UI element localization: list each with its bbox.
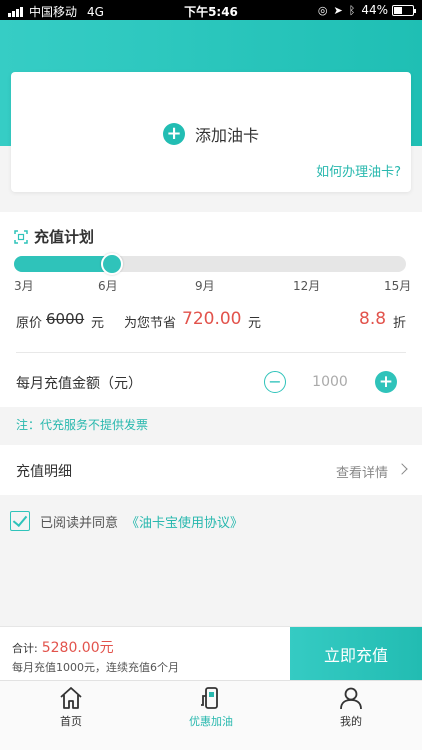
agreement-link[interactable]: 《油卡宝使用协议》 (126, 512, 243, 531)
recharge-detail-row[interactable]: 充值明细 查看详情 (0, 445, 422, 495)
status-bar: 中国移动 4G 下午5:46 ◎ ➤ ᛒ 44% (0, 0, 422, 20)
increase-amount-button[interactable]: + (375, 371, 397, 393)
agreement-text: 已阅读并同意 (40, 515, 119, 531)
battery-icon (392, 4, 416, 16)
slider-fill (14, 256, 112, 272)
tab-mine-label: 我的 (340, 715, 362, 728)
plus-circle-icon: + (162, 123, 185, 145)
view-details-link[interactable]: 查看详情 (336, 462, 388, 481)
add-oil-card-label: 添加油卡 (194, 126, 259, 145)
original-price-value: 6000 (46, 310, 85, 328)
price-summary: 原价 6000 元 为您节省 720.00 元 8.8 折 (16, 309, 408, 332)
slider-handle[interactable] (101, 253, 123, 275)
tab-bar: 首页 优惠加油 我的 (0, 680, 422, 750)
agreement-row: 已阅读并同意 《油卡宝使用协议》 (10, 508, 243, 534)
lock-rotation-icon: ◎ (317, 3, 328, 17)
recharge-now-button[interactable]: 立即充值 (290, 627, 422, 680)
tab-home-label: 首页 (60, 715, 82, 728)
tick-label: 15月 (384, 279, 412, 293)
scan-frame-icon (14, 229, 28, 244)
how-to-apply-link[interactable]: 如何办理油卡? (316, 161, 401, 180)
total-description: 每月充值1000元，连续充值6个月 (12, 661, 179, 674)
total-value: 5280.00元 (41, 640, 114, 656)
duration-slider[interactable] (14, 253, 406, 275)
discount-unit: 折 (393, 316, 407, 331)
tick-label: 9月 (195, 279, 215, 293)
original-price-unit: 元 (91, 316, 105, 331)
tab-mine[interactable]: 我的 (281, 681, 421, 731)
saving-unit: 元 (248, 316, 262, 331)
agreement-checkbox[interactable] (10, 511, 30, 531)
plan-title-label: 充值计划 (34, 228, 95, 246)
fuel-pump-icon (201, 687, 218, 709)
oil-card-panel: + 添加油卡 如何办理油卡? (11, 72, 411, 192)
total-label: 合计: (12, 642, 38, 655)
checkout-bar: 合计: 5280.00元 每月充值1000元，连续充值6个月 立即充值 (0, 626, 422, 680)
tab-fuel-discount-label: 优惠加油 (189, 715, 233, 728)
plan-title: 充值计划 (14, 226, 94, 247)
monthly-amount-value[interactable]: 1000 (306, 374, 354, 390)
tick-label: 3月 (14, 279, 34, 293)
decrease-amount-button[interactable]: − (264, 371, 286, 393)
saving-label: 为您节省 (124, 316, 177, 331)
tab-home[interactable]: 首页 (1, 681, 141, 731)
monthly-amount-label: 每月充值金额（元） (16, 376, 142, 392)
tick-label: 6月 (98, 279, 118, 293)
add-oil-card-button[interactable]: + 添加油卡 (11, 122, 411, 146)
saving-value: 720.00 (182, 309, 242, 329)
location-icon: ➤ (333, 3, 343, 17)
discount-value: 8.8 (359, 309, 387, 329)
battery-percent: 44% (361, 3, 388, 17)
home-icon (60, 687, 82, 709)
divider (16, 352, 406, 353)
original-price-label: 原价 (16, 316, 43, 331)
total-row: 合计: 5280.00元 (12, 637, 114, 657)
tab-fuel-discount[interactable]: 优惠加油 (141, 681, 281, 731)
invoice-note: 注：代充服务不提供发票 (16, 418, 149, 432)
status-right: ◎ ➤ ᛒ 44% (317, 3, 416, 17)
recharge-detail-label: 充值明细 (16, 464, 72, 480)
bluetooth-icon: ᛒ (348, 3, 356, 17)
monthly-amount-row: 每月充值金额（元） − 1000 + (16, 368, 406, 396)
slider-ticks: 3月 6月 9月 12月 15月 (0, 277, 422, 293)
recharge-plan-section: 充值计划 3月 6月 9月 12月 15月 原价 6000 元 为您节省 720… (0, 212, 422, 407)
chevron-right-icon (396, 463, 408, 475)
tick-label: 12月 (293, 279, 321, 293)
user-icon (340, 687, 362, 710)
